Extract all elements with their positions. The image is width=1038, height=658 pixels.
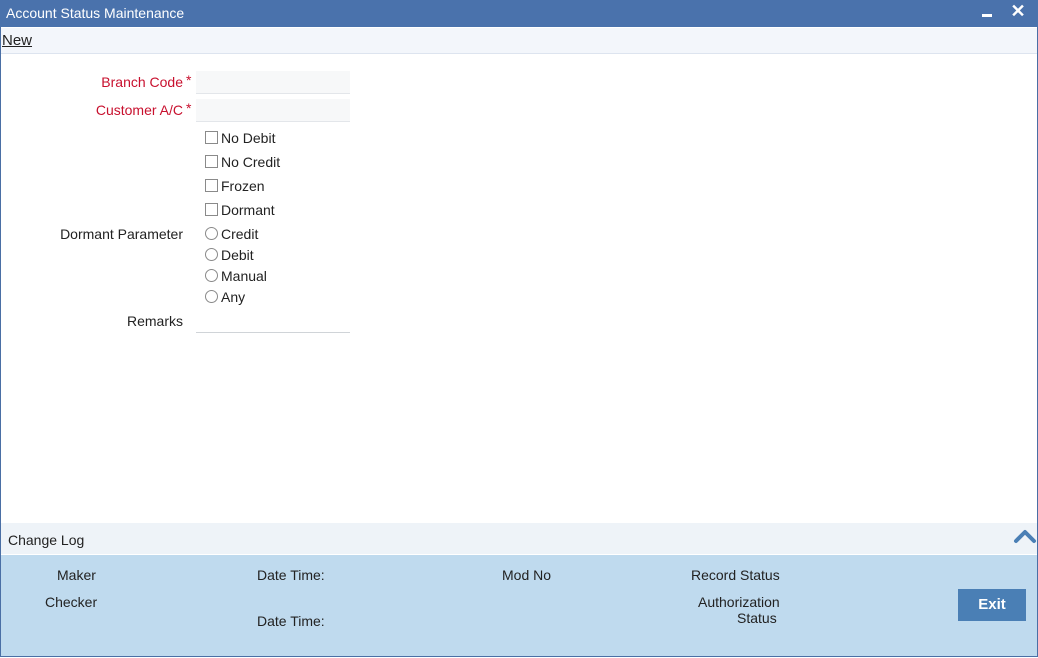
mod-no-label: Mod No	[502, 567, 552, 583]
toolbar: New	[1, 28, 1037, 54]
new-button[interactable]: New	[2, 32, 32, 49]
authorization-status-label-line2: Status	[737, 610, 777, 626]
debit-radio[interactable]	[205, 248, 218, 261]
customer-ac-field[interactable]	[196, 99, 350, 122]
frozen-checkbox[interactable]	[205, 179, 218, 192]
exit-button[interactable]: Exit	[958, 589, 1026, 621]
dormant-checkbox[interactable]	[205, 203, 218, 216]
branch-code-field[interactable]	[196, 71, 350, 94]
close-icon[interactable]: ✕	[1008, 1, 1028, 23]
minimize-icon[interactable]	[978, 4, 996, 22]
window-title: Account Status Maintenance	[6, 5, 185, 21]
no-credit-checkbox[interactable]	[205, 155, 218, 168]
any-radio-label: Any	[221, 289, 246, 305]
manual-radio[interactable]	[205, 269, 218, 282]
branch-code-required-mark: *	[186, 72, 192, 88]
authorization-status-label-line1: Authorization	[698, 594, 780, 610]
no-credit-label: No Credit	[221, 154, 281, 170]
change-log-label: Change Log	[8, 532, 85, 548]
dormant-label: Dormant	[221, 202, 275, 218]
maker-label: Maker	[57, 567, 96, 583]
dormant-parameter-label: Dormant Parameter	[60, 226, 183, 242]
frozen-label: Frozen	[221, 178, 265, 194]
remarks-label: Remarks	[126, 313, 183, 329]
chevron-up-icon[interactable]	[1013, 525, 1037, 547]
customer-ac-required-mark: *	[186, 100, 192, 116]
manual-radio-label: Manual	[221, 268, 267, 284]
record-status-label: Record Status	[691, 567, 780, 583]
any-radio[interactable]	[205, 290, 218, 303]
title-bar: Account Status Maintenance ✕	[0, 0, 1038, 27]
no-debit-checkbox[interactable]	[205, 131, 218, 144]
no-debit-label: No Debit	[221, 130, 276, 146]
maker-date-time-label: Date Time:	[257, 567, 325, 583]
checker-date-time-label: Date Time:	[257, 613, 325, 629]
checker-label: Checker	[45, 594, 98, 610]
change-log-bar: Change Log	[1, 523, 1037, 554]
branch-code-label: Branch Code	[101, 74, 183, 90]
remarks-field[interactable]	[196, 310, 350, 333]
credit-radio-label: Credit	[221, 226, 259, 242]
customer-ac-label: Customer A/C	[95, 102, 183, 118]
debit-radio-label: Debit	[221, 247, 254, 263]
credit-radio[interactable]	[205, 227, 218, 240]
